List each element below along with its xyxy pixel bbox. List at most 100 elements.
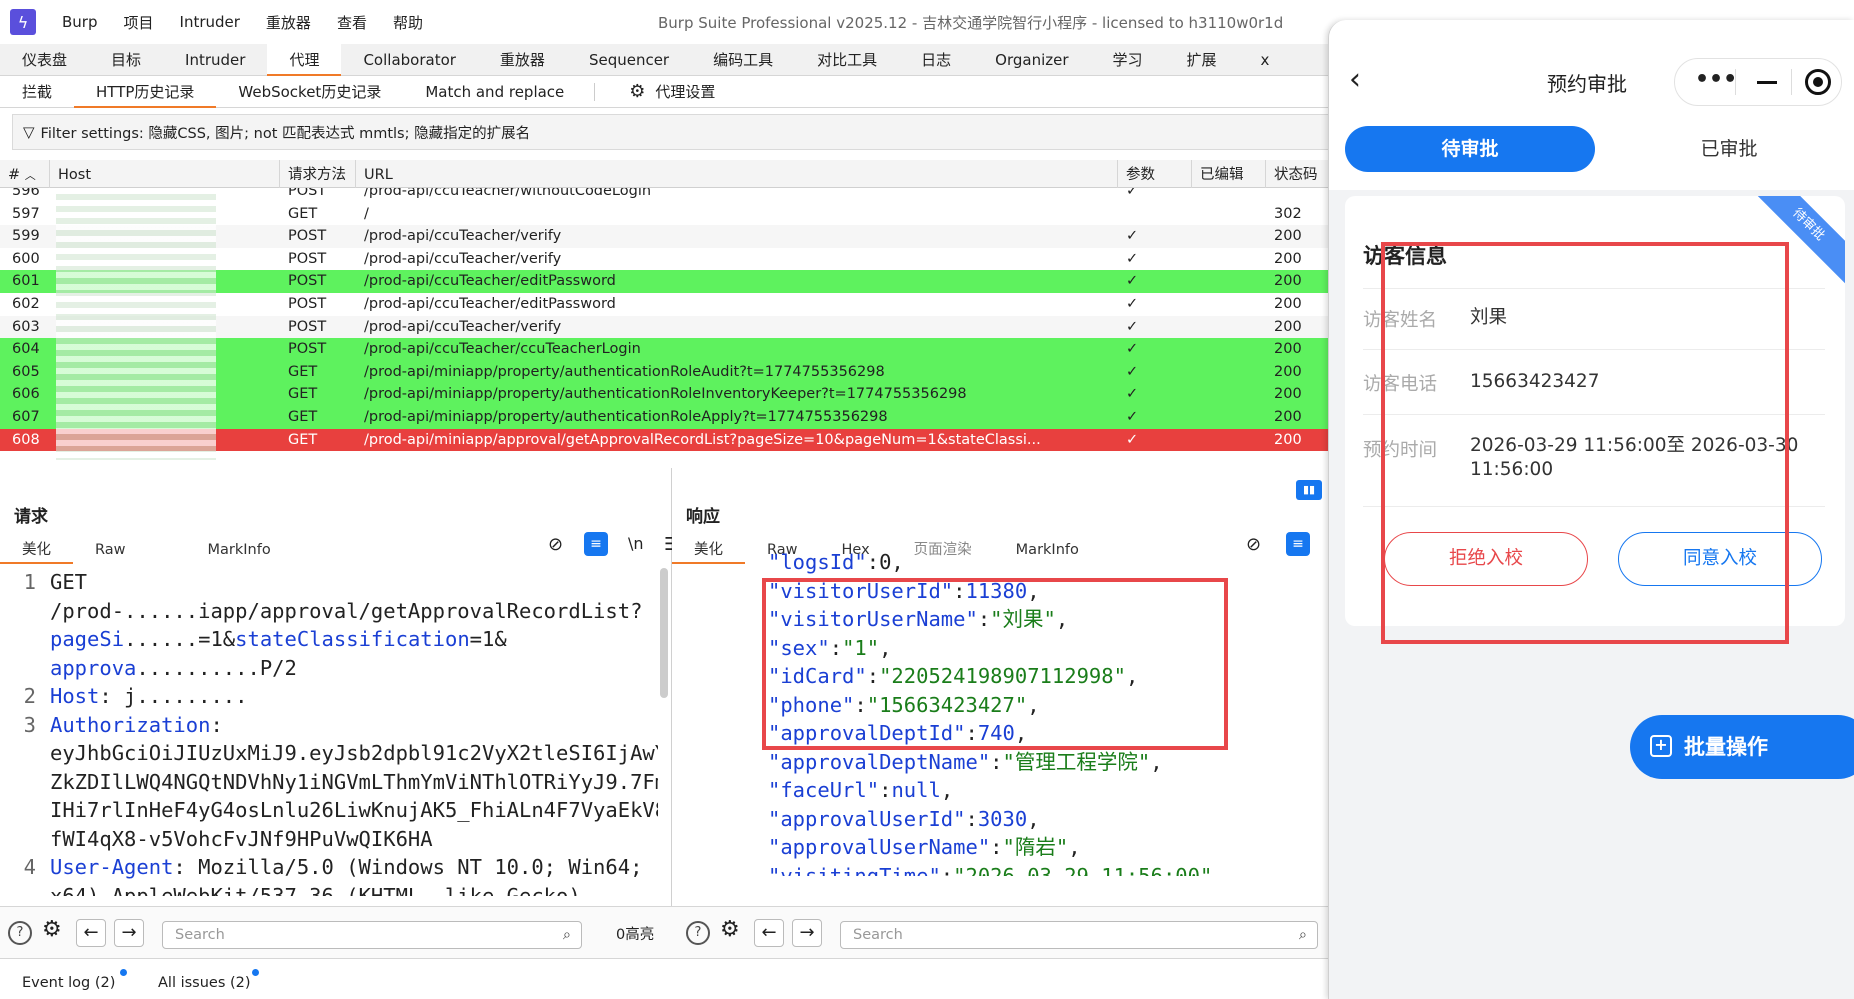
row-id: 607: [12, 409, 40, 426]
minimize-icon[interactable]: [1757, 81, 1777, 84]
row-url: /prod-api/ccuTeacher/withoutCodeLogin: [364, 188, 652, 199]
history-table-header: # ︿ Host 请求方法 URL 参数 已编辑 状态码 长度: [0, 160, 1456, 188]
req-tab-markinfo[interactable]: MarkInfo: [186, 536, 293, 564]
filter-bar[interactable]: ▽ Filter settings: 隐藏CSS, 图片; not 匹配表达式 …: [12, 114, 1330, 150]
tab-pending-approval[interactable]: 待审批: [1345, 126, 1595, 172]
request-editor[interactable]: 1 GET/prod-......iapp/approval/getApprova…: [10, 568, 658, 896]
col-params[interactable]: 参数: [1118, 160, 1192, 188]
row-url: /prod-api/ccuTeacher/editPassword: [364, 296, 616, 313]
code-token: null: [891, 778, 941, 802]
batch-operation-button[interactable]: + 批量操作: [1630, 715, 1854, 779]
tab-learn[interactable]: 学习: [1091, 44, 1165, 76]
menu-intruder[interactable]: Intruder: [180, 13, 240, 31]
event-log-dot: [120, 969, 127, 976]
tab-comparer[interactable]: 对比工具: [795, 44, 899, 76]
response-search-bar: ? ⚙ ← → Search ⌕: [672, 906, 1330, 958]
all-issues-link[interactable]: All issues (2): [158, 975, 251, 991]
col-edited[interactable]: 已编辑: [1192, 160, 1266, 188]
newline-icon[interactable]: \n: [628, 534, 644, 553]
tab-extensions[interactable]: 扩展: [1165, 44, 1239, 76]
row-status: 302: [1274, 205, 1302, 222]
status-bar: Event log (2) All issues (2): [0, 958, 1330, 999]
code-line: "visitingTime":"2026-03-29 11:56:00",: [768, 862, 1328, 877]
tab-websocket-history[interactable]: WebSocket历史记录: [216, 76, 403, 108]
tab-proxy-settings[interactable]: ⚙ 代理设置: [603, 76, 737, 108]
resp-back-arrow-icon[interactable]: ←: [754, 919, 784, 947]
tab-collaborator[interactable]: Collaborator: [341, 44, 477, 76]
resp-tab-pretty[interactable]: 美化: [672, 536, 745, 564]
resp-help-icon[interactable]: ?: [686, 921, 710, 945]
code-token: Authorization: [50, 712, 211, 737]
row-method: POST: [288, 341, 327, 358]
request-scrollbar[interactable]: [660, 568, 668, 698]
tab-target[interactable]: 目标: [89, 44, 163, 76]
code-line: 3 Authorization:: [10, 711, 658, 740]
code-line: pageSi......=1&stateClassification=1&: [10, 625, 658, 654]
event-log-link[interactable]: Event log (2): [22, 975, 115, 991]
row-method: POST: [288, 188, 327, 199]
code-token: ,: [1068, 835, 1081, 859]
layout-toggle-icon[interactable]: ▮▮: [1296, 480, 1322, 500]
menu-burp[interactable]: Burp: [62, 13, 98, 31]
col-number[interactable]: # ︿: [0, 160, 50, 188]
menu-help[interactable]: 帮助: [393, 12, 423, 33]
col-method[interactable]: 请求方法: [280, 160, 356, 188]
help-icon[interactable]: ?: [8, 921, 32, 945]
code-line: IHi7rlInHeF4yG4osLnlu26LiwKnujAK5_FhiALn…: [10, 796, 658, 825]
row-method: POST: [288, 228, 327, 245]
tab-intercept[interactable]: 拦截: [0, 76, 74, 108]
req-tab-pretty[interactable]: 美化: [0, 536, 73, 564]
col-url[interactable]: URL: [356, 160, 1118, 188]
code-token: ..........P/2: [136, 655, 297, 680]
code-line: 1 GET: [10, 568, 658, 597]
tab-approved[interactable]: 已审批: [1629, 126, 1829, 172]
code-line: 2 Host: j.........: [10, 682, 658, 711]
forward-arrow-icon[interactable]: →: [114, 919, 144, 947]
tab-organizer[interactable]: Organizer: [973, 44, 1090, 76]
hide-eye-icon[interactable]: ⊘: [548, 534, 563, 555]
code-token: /prod-......iapp/approval/getApprovalRec…: [50, 598, 643, 623]
tab-proxy[interactable]: 代理: [267, 44, 342, 76]
row-method: GET: [288, 363, 318, 380]
approval-tabs: 待审批 已审批: [1329, 120, 1854, 190]
tab-logger[interactable]: 日志: [899, 44, 973, 76]
highlight-box-response: [762, 578, 1228, 750]
code-line: "approvalUserId":3030,: [768, 805, 1328, 834]
menu-repeater[interactable]: 重放器: [266, 12, 311, 33]
close-circle-icon[interactable]: [1805, 69, 1831, 95]
menu-project[interactable]: 项目: [124, 12, 154, 33]
col-host[interactable]: Host: [50, 160, 280, 188]
back-arrow-icon[interactable]: ←: [76, 919, 106, 947]
tab-decoder[interactable]: 编码工具: [691, 44, 795, 76]
tab-sequencer[interactable]: Sequencer: [567, 44, 691, 76]
tab-http-history[interactable]: HTTP历史记录: [74, 76, 217, 108]
capsule-divider-2: [1791, 69, 1792, 95]
tab-overflow[interactable]: x: [1239, 44, 1292, 76]
tab-dashboard[interactable]: 仪表盘: [0, 44, 89, 76]
settings-gear-icon[interactable]: ⚙: [42, 917, 62, 942]
code-line: approva..........P/2: [10, 654, 658, 683]
code-token: :0,: [866, 550, 904, 574]
code-token: "logsId": [768, 550, 867, 574]
capsule-divider: [1735, 69, 1736, 95]
host-redaction: [56, 188, 216, 460]
code-token: eyJhbGciOiJIUzUxMiJ9.eyJsb2dpbl91c2VyX2t…: [50, 741, 658, 765]
proxy-sub-tabs: 拦截 HTTP历史记录 WebSocket历史记录 Match and repl…: [0, 76, 1330, 108]
title-bar: ϟ Burp 项目 Intruder 重放器 查看 帮助 Burp Suite …: [0, 0, 1330, 44]
response-search-input[interactable]: Search ⌕: [840, 921, 1318, 949]
tab-repeater[interactable]: 重放器: [478, 44, 567, 76]
tab-intruder[interactable]: Intruder: [163, 44, 267, 76]
menu-view[interactable]: 查看: [337, 12, 367, 33]
req-tab-raw[interactable]: Raw: [73, 536, 186, 564]
wrap-lines-icon[interactable]: ≡: [584, 532, 608, 556]
request-search-input[interactable]: Search ⌕: [162, 921, 582, 949]
more-dots-icon[interactable]: •••: [1695, 67, 1737, 92]
resp-forward-arrow-icon[interactable]: →: [792, 919, 822, 947]
tab-match-replace[interactable]: Match and replace: [403, 76, 586, 108]
request-panel: 请求 美化 Raw MarkInfo ⊘ ≡ \n ☰ 1GET/prod-..…: [0, 468, 680, 908]
row-params: ✓: [1126, 431, 1139, 448]
resp-settings-gear-icon[interactable]: ⚙: [720, 917, 740, 942]
row-url: /prod-api/ccuTeacher/verify: [364, 318, 562, 335]
code-line: "faceUrl":null,: [768, 776, 1328, 805]
code-token: IHi7rlInHeF4yG4osLnlu26LiwKnujAK5_FhiALn…: [50, 798, 658, 822]
